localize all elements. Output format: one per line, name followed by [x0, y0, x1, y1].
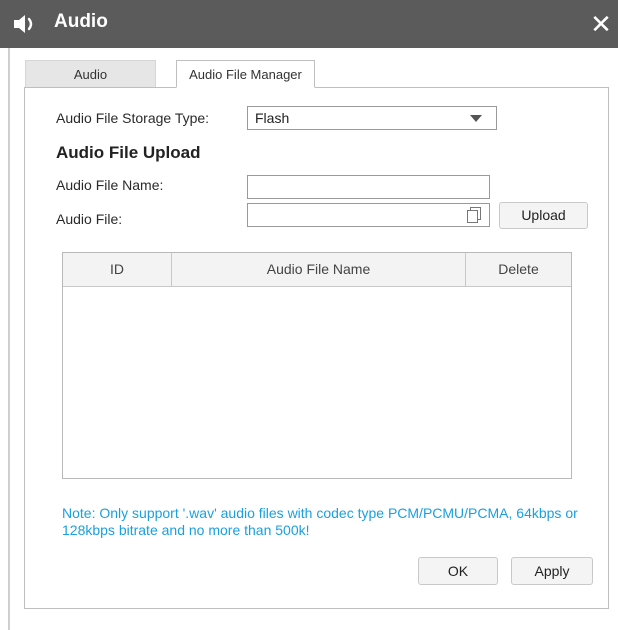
tab-audio-file-manager[interactable]: Audio File Manager	[176, 60, 315, 88]
close-icon: ✕	[590, 9, 612, 39]
close-button[interactable]: ✕	[588, 10, 614, 38]
apply-button[interactable]: Apply	[511, 557, 593, 585]
table-header: ID Audio File Name Delete	[63, 253, 571, 287]
dropdown-arrow-icon	[470, 115, 482, 122]
column-header-id: ID	[63, 253, 172, 286]
storage-type-label: Audio File Storage Type:	[56, 110, 210, 126]
browse-file-icon[interactable]	[467, 207, 481, 223]
column-header-audio-file-name: Audio File Name	[172, 253, 466, 286]
dialog-title: Audio	[54, 11, 108, 32]
window-left-edge	[8, 48, 10, 630]
dialog-titlebar: Audio ✕	[0, 0, 618, 48]
upload-button[interactable]: Upload	[499, 202, 588, 229]
audio-file-label: Audio File:	[56, 211, 123, 227]
audio-file-table: ID Audio File Name Delete	[62, 252, 572, 479]
file-name-input[interactable]	[247, 175, 490, 199]
column-header-delete: Delete	[498, 261, 539, 277]
upload-section-title: Audio File Upload	[56, 143, 201, 162]
ok-button[interactable]: OK	[418, 557, 498, 585]
storage-type-select[interactable]: Flash	[247, 106, 497, 130]
audio-file-input[interactable]	[247, 203, 490, 227]
format-note: Note: Only support '.wav' audio files wi…	[62, 505, 578, 538]
tab-audio[interactable]: Audio	[25, 60, 156, 88]
storage-type-value: Flash	[255, 110, 290, 126]
file-name-label: Audio File Name:	[56, 177, 164, 193]
speaker-icon	[14, 15, 33, 33]
